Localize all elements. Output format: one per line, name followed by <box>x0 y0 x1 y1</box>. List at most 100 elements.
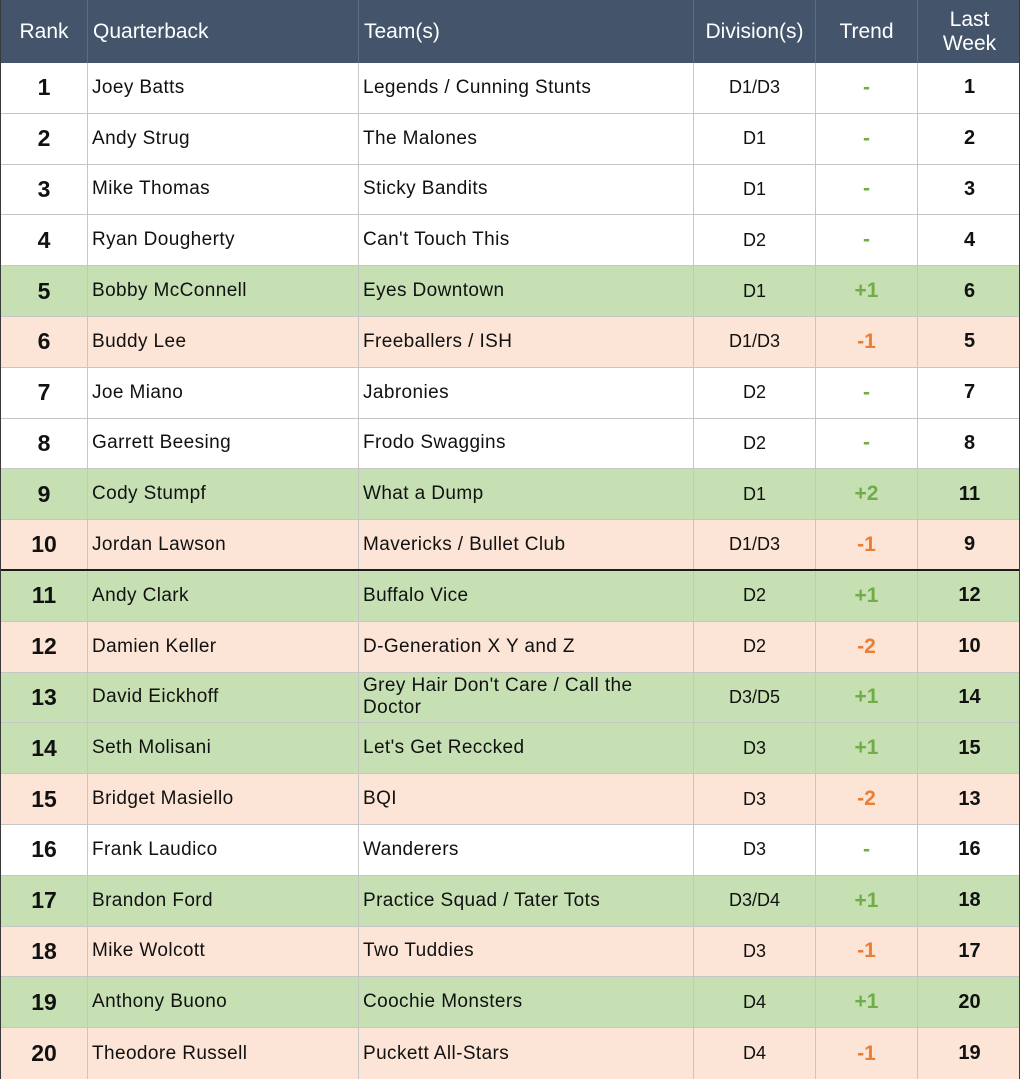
table-row: 4 Ryan Dougherty Can't Touch This D2-4 <box>1 215 1019 267</box>
last-week-cell: 13 <box>958 787 981 810</box>
last-week-cell: 9 <box>963 533 976 556</box>
table-row: 17 Brandon Ford Practice Squad / Tater Tot… <box>1 875 1019 927</box>
last-week-cell: 16 <box>958 838 981 861</box>
division-cell: D2 <box>694 570 816 621</box>
rank-cell: 7 <box>1 367 88 418</box>
header-divisions: Division(s) <box>694 0 816 63</box>
rank-cell: 3 <box>1 164 88 215</box>
rank-cell: 12 <box>1 621 88 672</box>
team-cell: Legends / Cunning Stunts <box>359 63 694 113</box>
quarterback-cell: Anthony Buono <box>88 977 359 1028</box>
header-teams: Team(s) <box>359 0 694 63</box>
table-row: 20 Theodore Russell Puckett All-Stars D4 -1 1… <box>1 1028 1019 1079</box>
team-cell: Coochie Monsters <box>359 977 694 1028</box>
rank-cell: 16 <box>1 824 88 875</box>
quarterback-cell: Joey Batts <box>88 63 359 113</box>
division-cell: D1/D3 <box>694 316 816 367</box>
last-week-cell: 18 <box>958 889 981 912</box>
header-last-week: Last Week <box>918 0 1021 63</box>
table-row: 13 David Eickhoff Grey Hair Don't Care / C… <box>1 672 1019 724</box>
trend-cell: - <box>816 367 918 418</box>
trend-cell: - <box>816 164 918 215</box>
team-cell: Jabronies <box>359 367 694 418</box>
table-row: 12 Damien Keller D-Generation X Y and Z D2-… <box>1 621 1019 673</box>
table-row: 18 Mike Wolcott Two Tuddies D3 -1 17 <box>1 926 1019 978</box>
last-week-cell: 12 <box>958 584 981 607</box>
team-cell: Freeballers / ISH <box>359 316 694 367</box>
trend-cell: -1 <box>816 316 918 367</box>
rank-cell: 15 <box>1 774 88 824</box>
division-cell: D2 <box>694 621 816 672</box>
header-rank: Rank <box>1 0 88 63</box>
quarterback-cell: Mike Wolcott <box>88 926 359 977</box>
table-row: 19 Anthony Buono Coochie Monsters D4 +1 20 <box>1 977 1019 1029</box>
team-cell: Puckett All-Stars <box>359 1028 694 1079</box>
quarterback-cell: Ryan Dougherty <box>88 215 359 266</box>
last-week-cell: 6 <box>963 279 976 302</box>
last-week-cell: 11 <box>958 482 981 505</box>
team-cell: BQI <box>359 774 694 824</box>
team-cell: Grey Hair Don't Care / Call the Doctor <box>359 672 694 723</box>
last-week-cell: 14 <box>958 685 981 708</box>
last-week-cell: 10 <box>958 635 981 658</box>
division-cell: D1 <box>694 113 816 164</box>
rank-cell: 14 <box>1 723 88 774</box>
quarterback-cell: Seth Molisani <box>88 723 359 774</box>
team-cell: Let's Get Reccked <box>359 723 694 774</box>
quarterback-cell: Theodore Russell <box>88 1028 359 1079</box>
trend-cell: - <box>816 215 918 266</box>
division-cell: D3 <box>694 723 816 774</box>
quarterback-cell: Bridget Masiello <box>88 774 359 824</box>
team-cell: Eyes Downtown <box>359 266 694 316</box>
trend-cell: +1 <box>816 570 918 621</box>
division-cell: D4 <box>694 977 816 1028</box>
team-cell: Mavericks / Bullet Club <box>359 520 694 569</box>
trend-cell: +1 <box>816 875 918 926</box>
quarterback-cell: Buddy Lee <box>88 316 359 367</box>
trend-cell: -1 <box>816 520 918 569</box>
last-week-cell: 19 <box>958 1042 981 1065</box>
rank-cell: 20 <box>1 1028 88 1079</box>
last-week-cell: 3 <box>963 177 976 200</box>
header-last-week-line2: Week <box>942 31 997 55</box>
rank-cell: 17 <box>1 875 88 926</box>
table-row: 8 Garrett Beesing Frodo Swaggins D2-8 <box>1 418 1019 470</box>
division-cell: D1 <box>694 164 816 215</box>
last-week-cell: 5 <box>963 330 976 353</box>
trend-cell: -2 <box>816 621 918 672</box>
quarterback-cell: David Eickhoff <box>88 672 359 723</box>
team-cell: Can't Touch This <box>359 215 694 266</box>
trend-cell: +1 <box>816 977 918 1028</box>
rank-cell: 1 <box>1 63 88 113</box>
table-header: Rank Quarterback Team(s) Division(s) Tre… <box>1 0 1019 63</box>
rank-cell: 13 <box>1 672 88 723</box>
trend-cell: -1 <box>816 1028 918 1079</box>
rank-cell: 5 <box>1 266 88 316</box>
table-row: 14 Seth Molisani Let's Get Reccked D3 +1 15 <box>1 723 1019 775</box>
table-row: 7 Joe Miano Jabronies D2-7 <box>1 367 1019 419</box>
quarterback-cell: Andy Clark <box>88 570 359 621</box>
division-cell: D1 <box>694 266 816 316</box>
header-quarterback: Quarterback <box>88 0 359 63</box>
rank-cell: 2 <box>1 113 88 164</box>
quarterback-cell: Mike Thomas <box>88 164 359 215</box>
team-cell: Sticky Bandits <box>359 164 694 215</box>
last-week-cell: 7 <box>963 381 976 404</box>
trend-cell: - <box>816 113 918 164</box>
division-cell: D2 <box>694 367 816 418</box>
quarterback-cell: Joe Miano <box>88 367 359 418</box>
trend-cell: -2 <box>816 774 918 824</box>
header-trend: Trend <box>816 0 918 63</box>
table-row: 1 Joey Batts Legends / Cunning Stunts D1/D3… <box>1 63 1019 114</box>
division-cell: D2 <box>694 215 816 266</box>
trend-cell: -1 <box>816 926 918 977</box>
last-week-cell: 20 <box>958 990 981 1013</box>
rank-cell: 19 <box>1 977 88 1028</box>
last-week-cell: 1 <box>963 76 976 99</box>
rank-cell: 10 <box>1 520 88 569</box>
team-cell: Buffalo Vice <box>359 570 694 621</box>
quarterback-cell: Damien Keller <box>88 621 359 672</box>
trend-cell: +1 <box>816 266 918 316</box>
division-cell: D4 <box>694 1028 816 1079</box>
division-cell: D1 <box>694 469 816 520</box>
